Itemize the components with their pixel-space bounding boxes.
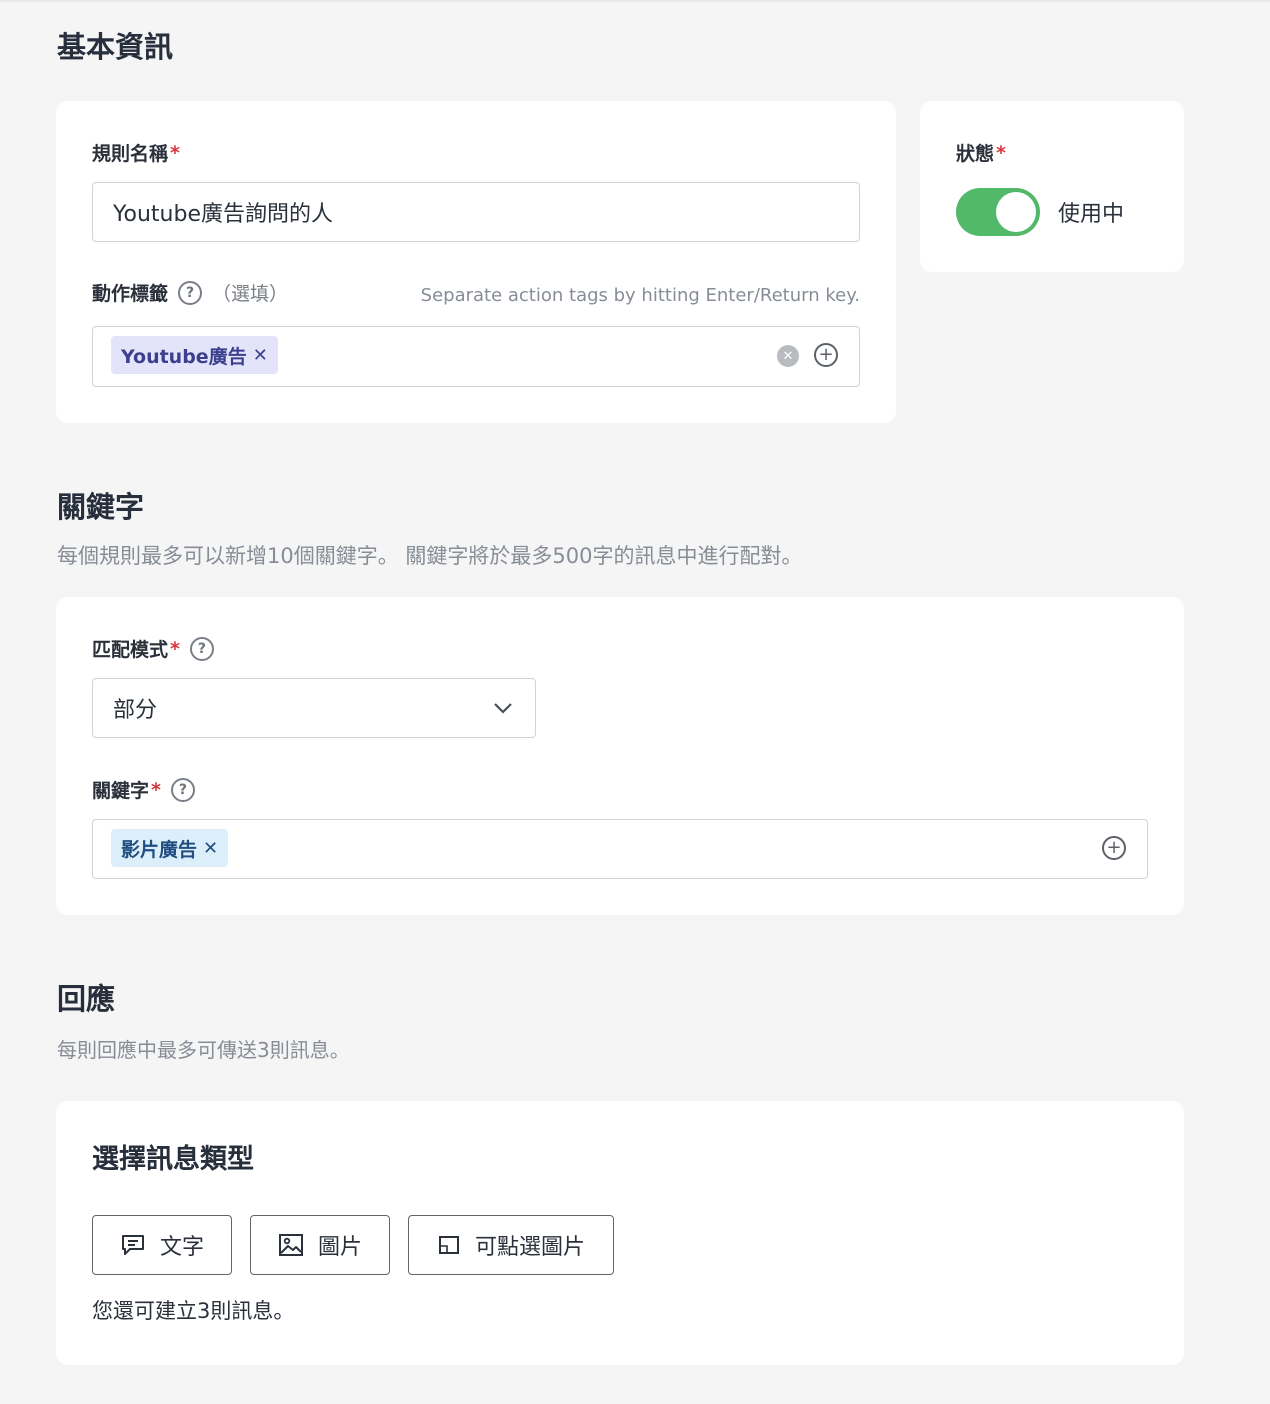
action-tags-input[interactable]: Youtube廣告 ✕ ✕ + xyxy=(92,326,860,387)
action-tags-label: 動作標籤 ? （選填） xyxy=(92,279,288,306)
message-type-title: 選擇訊息類型 xyxy=(92,1144,254,1175)
status-state-text: 使用中 xyxy=(1058,202,1125,227)
action-tags-hint: Separate action tags by hitting Enter/Re… xyxy=(420,285,860,306)
image-icon xyxy=(278,1234,303,1256)
rule-name-label-text: 規則名稱 xyxy=(92,143,169,165)
text-message-button-label: 文字 xyxy=(159,1235,204,1260)
response-description: 每則回應中最多可傳送3則訊息。 xyxy=(57,1038,350,1062)
keywords-description: 每個規則最多可以新增10個關鍵字。 關鍵字將於最多500字的訊息中進行配對。 xyxy=(57,544,803,568)
image-message-button[interactable]: 圖片 xyxy=(250,1215,390,1275)
rule-name-value: Youtube廣告詢問的人 xyxy=(113,202,333,227)
section-title-basic-info: 基本資訊 xyxy=(57,30,174,64)
chat-bubble-icon xyxy=(121,1235,144,1255)
plus-circle-icon[interactable]: + xyxy=(1102,836,1126,860)
section-title-response: 回應 xyxy=(57,982,116,1016)
toggle-knob xyxy=(996,192,1036,232)
match-mode-label-text: 匹配模式 xyxy=(92,639,169,661)
status-toggle[interactable] xyxy=(956,188,1040,236)
top-divider xyxy=(0,0,1270,2)
close-icon[interactable]: ✕ xyxy=(203,838,218,859)
text-message-button[interactable]: 文字 xyxy=(92,1215,232,1275)
chevron-down-icon xyxy=(494,703,512,714)
imagemap-message-button-label: 可點選圖片 xyxy=(474,1235,585,1260)
required-mark: * xyxy=(151,778,161,801)
keyword-tag-label: 影片廣告 xyxy=(121,838,198,861)
match-mode-selected-value: 部分 xyxy=(113,698,158,723)
keyword-label-text: 關鍵字 xyxy=(92,780,150,802)
question-circle-icon[interactable]: ? xyxy=(170,777,195,802)
match-mode-select[interactable]: 部分 xyxy=(92,678,536,738)
keyword-input[interactable]: 影片廣告 ✕ + xyxy=(92,819,1148,879)
imagemap-message-button[interactable]: 可點選圖片 xyxy=(408,1215,614,1275)
question-circle-icon[interactable]: ? xyxy=(178,280,203,305)
required-mark: * xyxy=(996,141,1006,164)
tap-image-icon xyxy=(438,1236,459,1254)
keyword-tag-chip: 影片廣告 ✕ xyxy=(111,829,229,867)
action-tag-chip: Youtube廣告 ✕ xyxy=(111,336,278,374)
action-tag-label: Youtube廣告 xyxy=(121,345,247,368)
basic-info-card: 規則名稱 * Youtube廣告詢問的人 動作標籤 ? （選填） Separat… xyxy=(56,101,896,423)
status-card: 狀態 * 使用中 xyxy=(920,101,1184,272)
status-label-text: 狀態 xyxy=(956,143,995,165)
required-mark: * xyxy=(170,637,180,660)
required-mark: * xyxy=(170,141,180,164)
clear-circle-icon[interactable]: ✕ xyxy=(777,345,799,367)
remaining-messages-text: 您還可建立3則訊息。 xyxy=(92,1299,295,1323)
question-circle-icon[interactable]: ? xyxy=(189,636,214,661)
rule-name-label: 規則名稱 * xyxy=(92,139,180,166)
keyword-label: 關鍵字 * ? xyxy=(92,776,195,803)
optional-label: （選填） xyxy=(212,283,289,305)
action-tags-label-text: 動作標籤 xyxy=(92,283,169,305)
rule-name-input[interactable]: Youtube廣告詢問的人 xyxy=(92,182,860,242)
image-message-button-label: 圖片 xyxy=(317,1235,362,1260)
plus-circle-icon[interactable]: + xyxy=(814,343,838,367)
keywords-card: 匹配模式 * ? 部分 關鍵字 * ? 影片廣告 ✕ + xyxy=(56,597,1184,915)
match-mode-label: 匹配模式 * ? xyxy=(92,635,214,662)
status-label: 狀態 * xyxy=(956,139,1006,166)
close-icon[interactable]: ✕ xyxy=(253,345,268,366)
section-title-keywords: 關鍵字 xyxy=(57,490,145,524)
